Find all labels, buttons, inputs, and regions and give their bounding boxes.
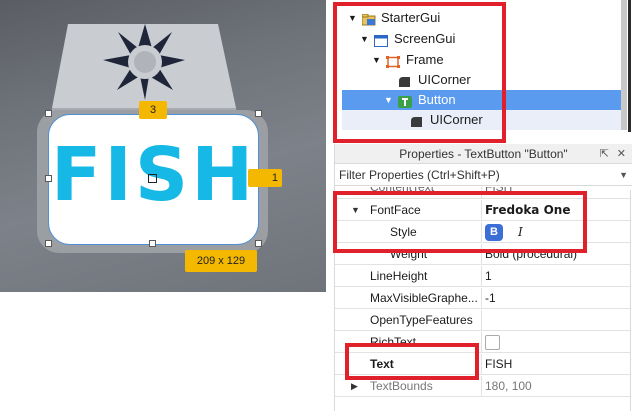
property-row-richtext[interactable]: RichText [335,332,632,353]
expand-arrow-icon[interactable]: ▶ [351,376,358,397]
property-name: Weight [390,247,428,261]
property-value[interactable]: Bold (procedural) [485,244,577,265]
screen-gui-icon [374,33,388,47]
undock-icon[interactable]: ⇱ [600,148,609,160]
size-badge: 209 x 129 [185,250,257,272]
text-button-icon [398,94,412,108]
move-handle[interactable] [148,174,157,183]
italic-toggle[interactable]: I [518,222,523,243]
property-value: 180, 100 [485,379,532,393]
property-name: Text [370,357,394,371]
resize-handle-bottom[interactable] [149,240,156,247]
close-icon[interactable]: ✕ [617,148,626,160]
property-value: FISH [485,187,513,194]
property-value[interactable]: Fredoka One [485,200,570,221]
expand-arrow-icon[interactable]: ▼ [351,200,360,221]
tree-item-screengui[interactable]: ▼ ScreenGui [334,29,624,49]
filter-placeholder: Filter Properties (Ctrl+Shift+P) [339,168,500,182]
properties-titlebar: Properties - TextButton "Button" ⇱ ✕ [335,144,632,164]
property-name: FontFace [370,203,421,217]
filter-input[interactable]: Filter Properties (Ctrl+Shift+P) ▼ [335,165,632,186]
tree-item-label: UICorner [418,72,471,87]
property-name: TextBounds [370,379,433,393]
collapse-arrow-icon[interactable]: ▼ [348,8,357,28]
bold-toggle[interactable]: B [485,224,503,241]
properties-title: Properties - TextButton "Button" [399,147,568,161]
property-value[interactable]: 1 [485,266,492,287]
tree-item-uicorner[interactable]: UICorner [334,70,624,90]
property-name: ContentText [370,187,435,194]
uicorner-icon [410,114,424,127]
distance-badge-right: 1 [248,169,282,187]
property-row-contenttext[interactable]: ContentText FISH [335,187,632,199]
resize-handle-top-right[interactable] [255,110,262,117]
viewport-3d[interactable]: FISH 3 1 209 x 129 [0,0,326,292]
property-value[interactable]: FISH [485,354,512,375]
property-name: LineHeight [370,269,428,283]
property-row-maxvisiblegraphemes[interactable]: MaxVisibleGraphe... -1 [335,288,632,309]
tree-item-uicorner[interactable]: UICorner [342,110,624,130]
distance-badge-top: 3 [139,101,167,119]
collapse-arrow-icon[interactable]: ▼ [372,50,381,70]
resize-handle-bottom-left[interactable] [45,240,52,247]
explorer-panel: ▼ StarterGui ▼ ScreenGui ▼ Frame UICorne… [334,0,641,132]
property-row-lineheight[interactable]: LineHeight 1 [335,266,632,287]
tree-item-label: Button [418,92,456,107]
explorer-border [628,0,631,132]
resize-handle-top-left[interactable] [45,110,52,117]
properties-scrollbar[interactable] [630,190,638,411]
resize-handle-left[interactable] [45,175,52,182]
property-value[interactable]: -1 [485,288,496,309]
frame-icon [386,54,400,68]
folder-icon [361,12,376,26]
property-row-text[interactable]: Text FISH [335,354,632,375]
property-name: OpenTypeFeatures [370,313,473,327]
property-row-fontface[interactable]: ▼ FontFace Fredoka One [335,200,632,221]
tree-item-label: Frame [406,52,444,67]
tree-item-startergui[interactable]: ▼ StarterGui [334,8,624,28]
tree-item-label: StarterGui [381,10,441,25]
tree-item-frame[interactable]: ▼ Frame [334,50,624,70]
resize-handle-bottom-right[interactable] [255,240,262,247]
tree-item-label: UICorner [430,112,483,127]
explorer-scrollbar[interactable] [621,0,627,130]
property-name: Style [390,225,417,239]
properties-panel: Properties - TextButton "Button" ⇱ ✕ Filt… [334,144,632,411]
tree-item-button[interactable]: ▼ Button [342,90,624,110]
collapse-arrow-icon[interactable]: ▼ [384,90,393,110]
uicorner-icon [398,74,412,87]
property-row-style[interactable]: Style B I [335,222,632,243]
property-row-weight[interactable]: Weight Bold (procedural) [335,244,632,265]
tree-item-label: ScreenGui [394,31,456,46]
chevron-down-icon[interactable]: ▼ [619,165,628,186]
studio-window: FISH 3 1 209 x 129 ▼ StarterGui ▼ Screen… [0,0,641,411]
collapse-arrow-icon[interactable]: ▼ [360,29,369,49]
property-row-opentypefeatures[interactable]: OpenTypeFeatures [335,310,632,331]
richtext-checkbox[interactable] [485,335,500,350]
property-name: MaxVisibleGraphe... [370,291,478,305]
property-name: RichText [370,335,417,349]
property-row-textbounds[interactable]: ▶ TextBounds 180, 100 [335,376,632,397]
